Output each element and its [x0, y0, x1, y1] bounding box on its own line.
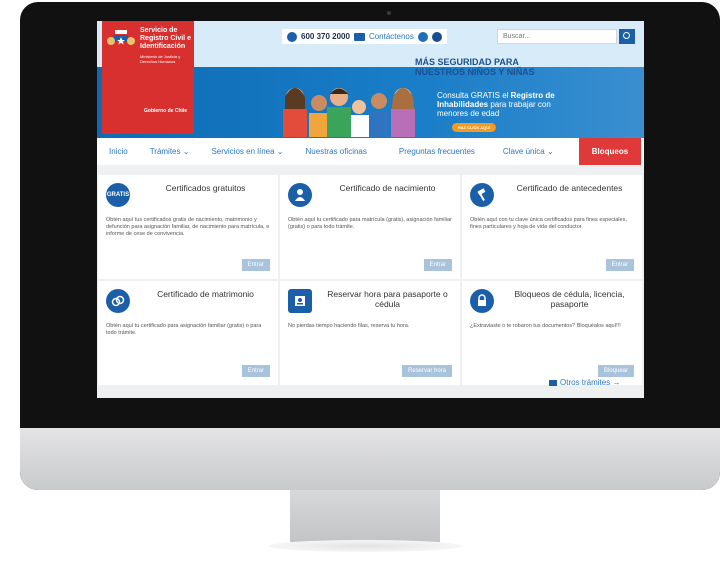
- gavel-icon: [470, 183, 494, 207]
- baby-icon: [288, 183, 312, 207]
- card-certificado-antecedentes[interactable]: Certificado de antecedentes Obtén aquí c…: [462, 175, 642, 279]
- otros-tramites-link[interactable]: Otros trámites →: [549, 378, 620, 387]
- banner-text: Consulta GRATIS el Registro de Inhabilid…: [437, 91, 577, 118]
- nav-item-oficinas[interactable]: Nuestras oficinas: [292, 147, 375, 156]
- camera: [387, 11, 391, 15]
- gratis-icon: GRATIS: [106, 183, 130, 207]
- rings-icon: [106, 289, 130, 313]
- banner-headline: MÁS SEGURIDAD PARA NUESTROS NIÑOS Y NIÑA…: [415, 57, 535, 77]
- card-bloqueos[interactable]: Bloqueos de cédula, licencia, pasaporte …: [462, 281, 642, 385]
- stand-shadow: [268, 540, 462, 552]
- card-description: Obtén aquí con tu clave única certificad…: [470, 217, 627, 230]
- card-certificado-matrimonio[interactable]: Certificado de matrimonio Obtén aquí tu …: [98, 281, 278, 385]
- site-header: Servicio de Registro Civil e Identificac…: [97, 21, 644, 138]
- card-certificados-gratuitos[interactable]: GRATIS Certificados gratuitos Obtén aquí…: [98, 175, 278, 279]
- main-nav: Inicio Trámites ⌄ Servicios en línea ⌄ N…: [97, 138, 644, 165]
- nav-item-inicio[interactable]: Inicio: [97, 147, 136, 156]
- brand-ministry: Ministerio de Justicia y Derechos Humano…: [140, 54, 181, 64]
- mail-icon: [353, 32, 365, 41]
- card-button[interactable]: Reservar hora: [401, 365, 452, 377]
- facebook-icon[interactable]: [431, 31, 442, 42]
- screen: Servicio de Registro Civil e Identificac…: [97, 21, 644, 398]
- card-button[interactable]: Bloquear: [597, 365, 634, 377]
- card-title: Reservar hora para pasaporte o cédula: [327, 289, 448, 309]
- card-description: Obtén aquí tu certificado para asignació…: [106, 323, 262, 336]
- otros-tramites-label: Otros trámites →: [560, 378, 621, 387]
- phone-icon: [287, 31, 297, 42]
- card-title: Bloqueos de cédula, licencia, pasaporte: [514, 289, 625, 309]
- brand-title: Servicio de Registro Civil e Identificac…: [140, 27, 191, 50]
- card-button[interactable]: Entrar: [241, 259, 270, 271]
- phone-number[interactable]: 600 370 2000: [301, 32, 350, 41]
- nav-item-tramites[interactable]: Trámites ⌄: [136, 147, 198, 156]
- card-description: ¿Extraviaste o te robaron tus documentos…: [470, 323, 621, 329]
- passport-icon: [288, 289, 312, 313]
- banner-cta-button[interactable]: HAZ CLICK AQUÍ: [452, 123, 496, 132]
- card-title: Certificado de antecedentes: [516, 183, 623, 193]
- card-reservar-hora[interactable]: Reservar hora para pasaporte o cédula No…: [280, 281, 460, 385]
- card-description: Obtén aquí tus certificados gratis de na…: [106, 217, 270, 237]
- nav-item-bloqueos[interactable]: Bloqueos: [579, 138, 641, 165]
- brand-block[interactable]: Servicio de Registro Civil e Identificac…: [102, 21, 194, 134]
- coat-of-arms-icon: [107, 30, 135, 49]
- card-title: Certificado de matrimonio: [157, 289, 254, 299]
- card-button[interactable]: Entrar: [605, 259, 634, 271]
- contact-link[interactable]: Contáctenos: [369, 32, 414, 41]
- twitter-icon[interactable]: [417, 31, 428, 42]
- monitor-stand: [290, 490, 440, 542]
- banner-text-a: Consulta GRATIS el: [437, 91, 511, 100]
- nav-item-preguntas[interactable]: Preguntas frecuentes: [375, 147, 483, 156]
- card-button[interactable]: Entrar: [241, 365, 270, 377]
- search-button[interactable]: [619, 29, 635, 44]
- brand-gobierno: Gobierno de Chile: [144, 108, 188, 114]
- card-title: Certificados gratuitos: [165, 183, 246, 193]
- search-input[interactable]: Buscar...: [497, 29, 617, 44]
- list-icon: [549, 379, 557, 386]
- contact-bar: 600 370 2000 Contáctenos: [282, 29, 447, 44]
- monitor-chin: [20, 428, 720, 490]
- card-title: Certificado de nacimiento: [339, 183, 436, 193]
- nav-item-clave-unica[interactable]: Clave única ⌄: [483, 147, 562, 156]
- card-description: Obtén aquí tu certificado para matrícula…: [288, 217, 452, 230]
- lock-icon: [470, 289, 494, 313]
- card-description: No pierdas tiempo haciendo filas, reserv…: [288, 323, 410, 329]
- card-certificado-nacimiento[interactable]: Certificado de nacimiento Obtén aquí tu …: [280, 175, 460, 279]
- children-illustration: [283, 88, 415, 137]
- nav-item-servicios[interactable]: Servicios en línea ⌄: [197, 147, 291, 156]
- card-button[interactable]: Entrar: [423, 259, 452, 271]
